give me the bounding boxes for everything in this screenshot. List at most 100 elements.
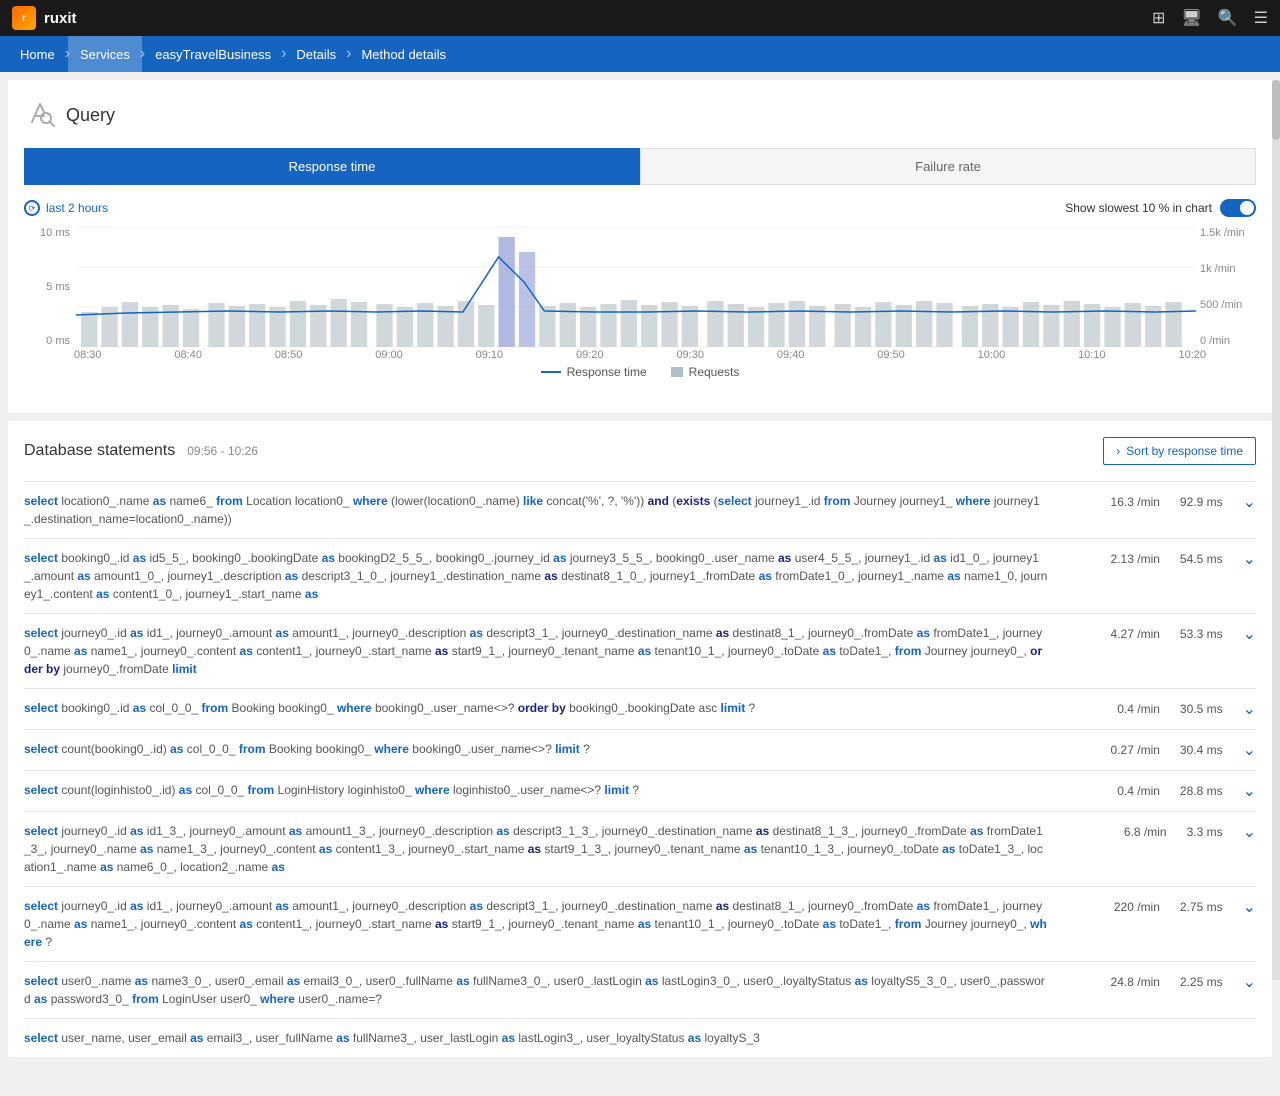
time-badge[interactable]: ⟳ last 2 hours [24, 200, 108, 216]
time-range-row: ⟳ last 2 hours Show slowest 10 % in char… [24, 199, 1256, 217]
chart-svg [76, 227, 1196, 347]
statement-row-7: select journey0_.id as id1_3_, journey0_… [24, 811, 1256, 886]
y-right-1: 1.5k /min [1200, 227, 1256, 239]
stmt-time-4: 30.5 ms [1180, 702, 1223, 716]
stmt-time-7: 3.3 ms [1187, 825, 1223, 839]
scrollbar[interactable] [1272, 80, 1280, 980]
monitor-icon[interactable]: 🖥 [1181, 8, 1201, 28]
query-section: Query Response time Failure rate ⟳ last … [8, 80, 1272, 413]
stmt-text-3: select journey0_.id as id1_, journey0_.a… [24, 624, 1048, 678]
logo: r ruxit [12, 6, 77, 30]
statement-row-2: select booking0_.id as id5_5_, booking0_… [24, 538, 1256, 613]
statement-row-10: select user_name, user_email as email3_,… [24, 1018, 1256, 1057]
menu-icon[interactable]: ☰ [1254, 8, 1268, 28]
stmt-metrics-5: 0.27 /min 30.4 ms ⌄ [1056, 740, 1256, 760]
toggle-knob [1240, 201, 1254, 215]
expand-btn-6[interactable]: ⌄ [1243, 781, 1256, 801]
stmt-rate-4: 0.4 /min [1117, 702, 1160, 716]
query-heading: Query [66, 105, 115, 126]
stmt-metrics-3: 4.27 /min 53.3 ms ⌄ [1056, 624, 1256, 644]
expand-btn-3[interactable]: ⌄ [1243, 624, 1256, 644]
sort-by-response-time-button[interactable]: › Sort by response time [1103, 437, 1256, 465]
y-label-bot-left: 0 ms [24, 335, 70, 347]
stmt-time-5: 30.4 ms [1180, 743, 1223, 757]
breadcrumb-services[interactable]: Services [68, 36, 142, 72]
windows-icon[interactable]: ⊞ [1152, 8, 1165, 28]
chart-x-labels: 08:30 08:40 08:50 09:00 09:10 09:20 09:3… [24, 349, 1256, 361]
tabs: Response time Failure rate [24, 148, 1256, 185]
logo-icon: r [12, 6, 36, 30]
y-label-mid-left: 5 ms [24, 281, 70, 293]
chart-y-labels-left: 10 ms 5 ms 0 ms [24, 227, 74, 347]
y-label-top-left: 10 ms [24, 227, 70, 239]
stmt-time-3: 53.3 ms [1180, 627, 1223, 641]
time-icon: ⟳ [24, 200, 40, 216]
legend-bar-icon [671, 367, 683, 377]
db-statements-section: Database statements 09:56 - 10:26 › Sort… [8, 421, 1272, 1057]
stmt-metrics-2: 2.13 /min 54.5 ms ⌄ [1056, 549, 1256, 569]
chart-legend: Response time Requests [24, 365, 1256, 379]
statement-row-9: select user0_.name as name3_0_, user0_.e… [24, 961, 1256, 1018]
stmt-text-2: select booking0_.id as id5_5_, booking0_… [24, 549, 1048, 603]
breadcrumb-method-details[interactable]: Method details [349, 36, 458, 72]
sort-btn-arrow: › [1116, 444, 1120, 458]
chart-y-labels-right: 1.5k /min 1k /min 500 /min 0 /min [1196, 227, 1256, 347]
legend-line-icon [541, 371, 561, 373]
show-slowest-label: Show slowest 10 % in chart [1065, 201, 1212, 215]
y-right-2: 1k /min [1200, 263, 1256, 275]
breadcrumb-details[interactable]: Details [284, 36, 348, 72]
stmt-metrics-7: 6.8 /min 3.3 ms ⌄ [1056, 822, 1256, 842]
stmt-text-7: select journey0_.id as id1_3_, journey0_… [24, 822, 1048, 876]
expand-btn-8[interactable]: ⌄ [1243, 897, 1256, 917]
expand-btn-7[interactable]: ⌄ [1243, 822, 1256, 842]
tab-response-time[interactable]: Response time [24, 148, 640, 185]
statement-row-3: select journey0_.id as id1_, journey0_.a… [24, 613, 1256, 688]
breadcrumb-home[interactable]: Home [8, 36, 67, 72]
stmt-rate-2: 2.13 /min [1111, 552, 1160, 566]
chart-container: 10 ms 5 ms 0 ms [24, 227, 1256, 387]
statement-row-6: select count(loginhisto0_.id) as col_0_0… [24, 770, 1256, 811]
top-bar: r ruxit ⊞ 🖥 🔍 ☰ [0, 0, 1280, 36]
stmt-text-6: select count(loginhisto0_.id) as col_0_0… [24, 781, 1048, 799]
stmt-text-9: select user0_.name as name3_0_, user0_.e… [24, 972, 1048, 1008]
stmt-metrics-8: 220 /min 2.75 ms ⌄ [1056, 897, 1256, 917]
stmt-text-10: select user_name, user_email as email3_,… [24, 1029, 1048, 1047]
stmt-rate-7: 6.8 /min [1124, 825, 1167, 839]
search-icon[interactable]: 🔍 [1218, 8, 1238, 28]
tab-failure-rate[interactable]: Failure rate [640, 148, 1256, 185]
show-slowest-toggle[interactable] [1220, 199, 1256, 217]
stmt-text-1: select location0_.name as name6_ from Lo… [24, 492, 1048, 528]
stmt-metrics-4: 0.4 /min 30.5 ms ⌄ [1056, 699, 1256, 719]
show-slowest: Show slowest 10 % in chart [1065, 199, 1256, 217]
stmt-rate-1: 16.3 /min [1111, 495, 1160, 509]
stmt-text-8: select journey0_.id as id1_, journey0_.a… [24, 897, 1048, 951]
stmt-time-2: 54.5 ms [1180, 552, 1223, 566]
stmt-metrics-1: 16.3 /min 92.9 ms ⌄ [1056, 492, 1256, 512]
stmt-rate-9: 24.8 /min [1111, 975, 1160, 989]
y-right-4: 0 /min [1200, 335, 1256, 347]
expand-btn-9[interactable]: ⌄ [1243, 972, 1256, 992]
legend-requests: Requests [671, 365, 740, 379]
statement-row-5: select count(booking0_.id) as col_0_0_ f… [24, 729, 1256, 770]
expand-btn-5[interactable]: ⌄ [1243, 740, 1256, 760]
top-bar-actions: ⊞ 🖥 🔍 ☰ [1152, 8, 1268, 28]
y-right-3: 500 /min [1200, 299, 1256, 311]
db-timerange: 09:56 - 10:26 [187, 444, 258, 458]
stmt-rate-6: 0.4 /min [1117, 784, 1160, 798]
logo-text: ruxit [44, 10, 77, 27]
stmt-rate-8: 220 /min [1114, 900, 1160, 914]
scrollbar-thumb[interactable] [1272, 80, 1280, 140]
breadcrumb-easytravelbusiness[interactable]: easyTravelBusiness [143, 36, 283, 72]
expand-btn-4[interactable]: ⌄ [1243, 699, 1256, 719]
stmt-metrics-9: 24.8 /min 2.25 ms ⌄ [1056, 972, 1256, 992]
expand-btn-1[interactable]: ⌄ [1243, 492, 1256, 512]
stmt-time-6: 28.8 ms [1180, 784, 1223, 798]
query-icon [24, 96, 56, 134]
statement-row-4: select booking0_.id as col_0_0_ from Boo… [24, 688, 1256, 729]
stmt-rate-3: 4.27 /min [1111, 627, 1160, 641]
stmt-metrics-6: 0.4 /min 28.8 ms ⌄ [1056, 781, 1256, 801]
stmt-text-4: select booking0_.id as col_0_0_ from Boo… [24, 699, 1048, 717]
time-label: last 2 hours [46, 201, 108, 215]
expand-btn-2[interactable]: ⌄ [1243, 549, 1256, 569]
stmt-text-5: select count(booking0_.id) as col_0_0_ f… [24, 740, 1048, 758]
